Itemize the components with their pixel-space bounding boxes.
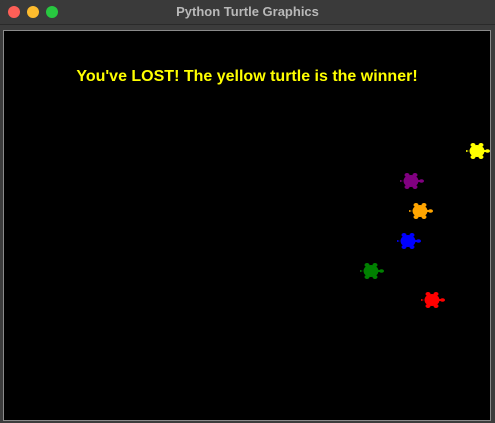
- red-turtle: [421, 290, 445, 310]
- turtle-graphics-window: Python Turtle Graphics You've LOST! The …: [0, 0, 495, 423]
- green-turtle: [360, 261, 384, 281]
- window-title: Python Turtle Graphics: [176, 4, 319, 19]
- window-content: You've LOST! The yellow turtle is the wi…: [0, 25, 495, 423]
- turtle-icon: [400, 173, 424, 189]
- turtle-icon: [466, 143, 490, 159]
- title-bar[interactable]: Python Turtle Graphics: [0, 0, 495, 25]
- turtle-icon: [360, 263, 384, 279]
- turtle-icon: [421, 292, 445, 308]
- result-message: You've LOST! The yellow turtle is the wi…: [76, 68, 418, 85]
- turtle-icon: [409, 203, 433, 219]
- turtle-canvas[interactable]: You've LOST! The yellow turtle is the wi…: [3, 30, 491, 421]
- blue-turtle: [397, 231, 421, 251]
- orange-turtle: [409, 201, 433, 221]
- purple-turtle: [400, 171, 424, 191]
- yellow-turtle: [466, 141, 490, 161]
- turtle-icon: [397, 233, 421, 249]
